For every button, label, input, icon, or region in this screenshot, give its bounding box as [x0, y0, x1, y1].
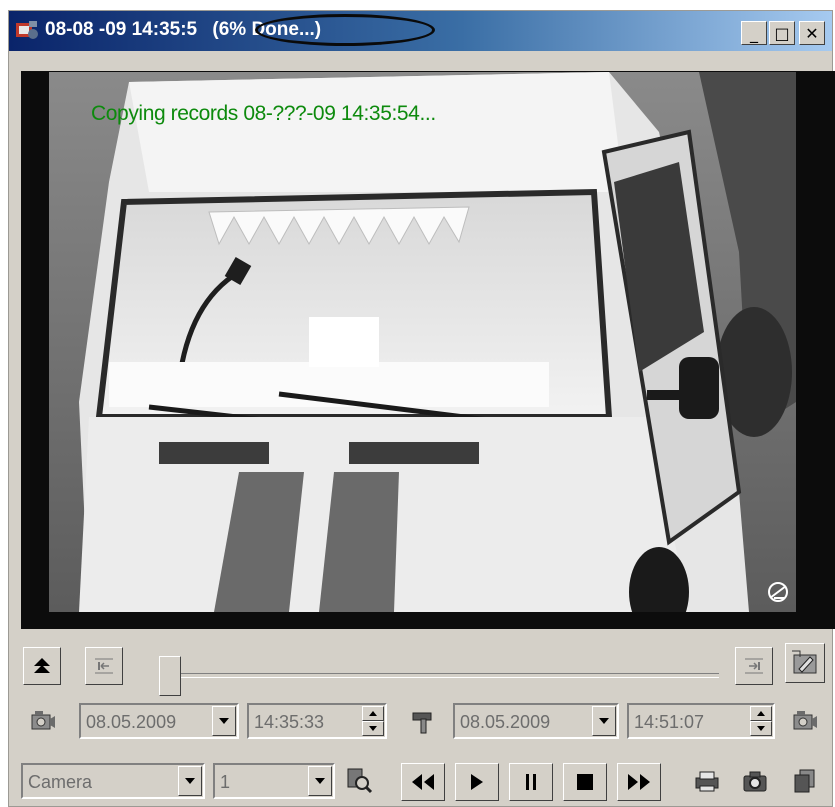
start-camera-button[interactable] [23, 703, 63, 741]
eject-button[interactable] [23, 647, 61, 685]
search-icon [347, 768, 373, 794]
number-select-value: 1 [220, 772, 231, 792]
start-time-spinner[interactable] [362, 706, 384, 736]
spin-up-icon[interactable] [362, 706, 384, 721]
copy-icon [794, 769, 815, 793]
number-dropdown-button[interactable] [308, 766, 332, 796]
archive-player-window: 08-08 -09 14:35:5 (6% Done...) _ □ ✕ Cop… [8, 10, 835, 807]
fast-forward-icon [628, 774, 650, 790]
chevron-down-icon [185, 778, 195, 784]
pause-button[interactable] [509, 763, 553, 801]
go-to-end-icon [745, 658, 763, 674]
number-select[interactable]: 1 [213, 763, 335, 799]
spin-down-icon[interactable] [362, 721, 384, 736]
stop-icon [577, 774, 593, 790]
printer-icon [695, 771, 719, 792]
app-icon [16, 21, 38, 39]
start-date-dropdown-button[interactable] [212, 706, 236, 736]
close-button[interactable]: ✕ [799, 21, 825, 45]
start-time-value: 14:35:33 [254, 712, 325, 732]
edit-export-button[interactable] [785, 643, 825, 683]
copy-button[interactable] [785, 761, 825, 801]
camera-settings-icon [793, 711, 817, 730]
pause-icon [526, 774, 536, 790]
chevron-down-icon [219, 718, 229, 724]
timeline-track[interactable] [159, 673, 719, 678]
spin-down-icon[interactable] [750, 721, 772, 736]
camera-icon [743, 771, 767, 792]
end-camera-button[interactable] [785, 703, 825, 741]
watermark-logo-icon [768, 582, 788, 602]
minimize-icon: _ [750, 23, 758, 43]
minimize-button[interactable]: _ [741, 21, 767, 45]
go-to-end-button[interactable] [735, 647, 773, 685]
start-time-field[interactable]: 14:35:33 [247, 703, 387, 739]
chevron-down-icon [315, 778, 325, 784]
range-tool-button[interactable] [403, 703, 443, 741]
close-icon: ✕ [805, 23, 819, 43]
rewind-icon [412, 774, 434, 790]
go-to-start-button[interactable] [85, 647, 123, 685]
search-camera-button[interactable] [339, 761, 379, 799]
go-to-start-icon [95, 658, 113, 674]
camera-dropdown-button[interactable] [178, 766, 202, 796]
maximize-button[interactable]: □ [769, 21, 795, 45]
start-date-field[interactable]: 08.05.2009 [79, 703, 239, 739]
copying-status-overlay: Copying records 08-???-09 14:35:54... [91, 102, 436, 125]
progress-highlight-ellipse [255, 14, 435, 46]
end-date-dropdown-button[interactable] [592, 706, 616, 736]
end-time-field[interactable]: 14:51:07 [627, 703, 775, 739]
eject-icon [34, 658, 50, 673]
end-date-value: 08.05.2009 [460, 712, 551, 732]
snapshot-button[interactable] [735, 761, 775, 801]
stop-button[interactable] [563, 763, 607, 801]
edit-export-icon [792, 650, 817, 674]
fast-forward-button[interactable] [617, 763, 661, 801]
play-icon [471, 774, 483, 790]
start-date-value: 08.05.2009 [86, 712, 177, 732]
camera-select[interactable]: Camera [21, 763, 205, 799]
end-date-field[interactable]: 08.05.2009 [453, 703, 619, 739]
video-frame: Copying records 08-???-09 14:35:54... [21, 71, 835, 629]
maximize-icon: □ [774, 23, 790, 43]
chevron-down-icon [599, 718, 609, 724]
window-title-prefix: 08-08 -09 14:35:5 [45, 19, 198, 40]
timeline-slider-thumb[interactable] [159, 656, 181, 696]
video-view[interactable]: Copying records 08-???-09 14:35:54... [49, 72, 796, 612]
title-bar[interactable]: 08-08 -09 14:35:5 (6% Done...) _ □ ✕ [9, 11, 832, 51]
spin-up-icon[interactable] [750, 706, 772, 721]
camera-settings-icon [31, 711, 55, 730]
play-button[interactable] [455, 763, 499, 801]
camera-select-value: Camera [28, 772, 93, 792]
end-time-value: 14:51:07 [634, 712, 705, 732]
vehicle-image [49, 72, 796, 612]
end-time-spinner[interactable] [750, 706, 772, 736]
hammer-icon [412, 712, 432, 734]
print-button[interactable] [687, 761, 727, 801]
fast-rewind-button[interactable] [401, 763, 445, 801]
